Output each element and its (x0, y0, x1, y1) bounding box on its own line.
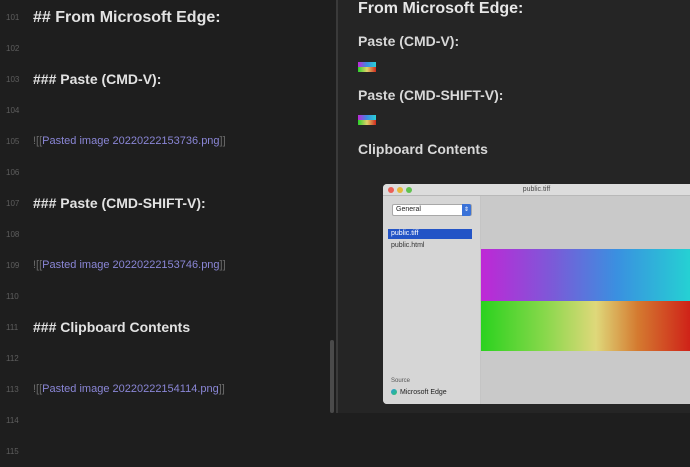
preview-section-clipboard: Clipboard Contents (358, 141, 488, 157)
markdown-heading-3: ### Paste (CMD-SHIFT-V): (33, 195, 206, 211)
type-item-public-html[interactable]: public.html (388, 241, 472, 251)
line-number: 115 (6, 447, 19, 456)
line-number: 108 (6, 230, 20, 239)
image-embed-link: ![[Pasted image 20220222153746.png]] (33, 259, 226, 271)
editor-line[interactable]: 101 ## From Microsoft Edge: (0, 2, 328, 33)
chevron-updown-icon: ⇕ (462, 204, 471, 216)
line-number: 111 (6, 323, 19, 332)
editor-line[interactable]: 108 (0, 219, 328, 250)
window-titlebar: public.tiff (383, 184, 690, 196)
editor-line[interactable]: 112 (0, 343, 328, 374)
line-number: 113 (6, 385, 19, 394)
line-number: 106 (6, 168, 20, 177)
editor-line[interactable]: 104 (0, 95, 328, 126)
editor-line[interactable]: 105 ![[Pasted image 20220222153736.png]] (0, 126, 328, 157)
editor-line[interactable]: 109 ![[Pasted image 20220222153746.png]] (0, 250, 328, 281)
preview-heading: From Microsoft Edge: (358, 0, 524, 17)
line-number: 109 (6, 261, 20, 270)
line-number: 114 (6, 416, 19, 425)
editor-scrollbar[interactable] (330, 340, 334, 413)
line-number: 112 (6, 354, 19, 363)
markdown-heading-2: ## From Microsoft Edge: (33, 9, 221, 26)
line-number: 101 (6, 13, 20, 22)
editor-line[interactable]: 113 ![[Pasted image 20220222154114.png]] (0, 374, 328, 405)
type-item-public-tiff[interactable]: public.tiff (388, 229, 472, 239)
clipboard-sidebar: General ⇕ public.tiff public.html Source… (383, 196, 481, 404)
pasted-image-thumbnail-2[interactable] (358, 115, 376, 125)
source-value: Microsoft Edge (391, 389, 447, 396)
source-app-name: Microsoft Edge (400, 389, 447, 396)
window-title: public.tiff (522, 186, 551, 193)
preview-section-paste-shift: Paste (CMD-SHIFT-V): (358, 87, 504, 103)
line-number: 110 (6, 292, 19, 301)
editor-line[interactable]: 114 (0, 405, 328, 436)
editor-line[interactable]: 107 ### Paste (CMD-SHIFT-V): (0, 188, 328, 219)
clipboard-window-screenshot[interactable]: public.tiff General ⇕ public.tiff public… (383, 184, 690, 404)
line-number: 103 (6, 75, 20, 84)
image-embed-link: ![[Pasted image 20220222154114.png]] (33, 383, 225, 395)
type-dropdown[interactable]: General ⇕ (392, 204, 472, 216)
editor-line[interactable]: 103 ### Paste (CMD-V): (0, 64, 328, 95)
editor-line[interactable]: 102 (0, 33, 328, 64)
dropdown-value: General (396, 206, 421, 213)
markdown-editor[interactable]: 101 ## From Microsoft Edge: 102 103 ### Past… (0, 0, 334, 456)
pasted-image-thumbnail-1[interactable] (358, 62, 376, 72)
line-number: 105 (6, 137, 20, 146)
gradient-image-top (481, 249, 690, 301)
line-number: 102 (6, 44, 20, 53)
editor-line[interactable]: 115 (0, 436, 328, 467)
editor-line[interactable]: 106 (0, 157, 328, 188)
preview-section-paste: Paste (CMD-V): (358, 33, 460, 49)
clipboard-content-preview (481, 196, 690, 404)
markdown-heading-3: ### Paste (CMD-V): (33, 71, 162, 87)
editor-line[interactable]: 110 (0, 281, 328, 312)
preview-pane: From Microsoft Edge: Paste (CMD-V): Past… (338, 0, 690, 413)
image-embed-link: ![[Pasted image 20220222153736.png]] (33, 135, 226, 147)
edge-icon (391, 389, 397, 396)
line-number: 107 (6, 199, 20, 208)
editor-line[interactable]: 111 ### Clipboard Contents (0, 312, 328, 343)
line-number: 104 (6, 106, 20, 115)
source-label: Source (391, 378, 411, 384)
gradient-image-bottom (481, 301, 690, 351)
markdown-heading-3: ### Clipboard Contents (33, 319, 191, 335)
